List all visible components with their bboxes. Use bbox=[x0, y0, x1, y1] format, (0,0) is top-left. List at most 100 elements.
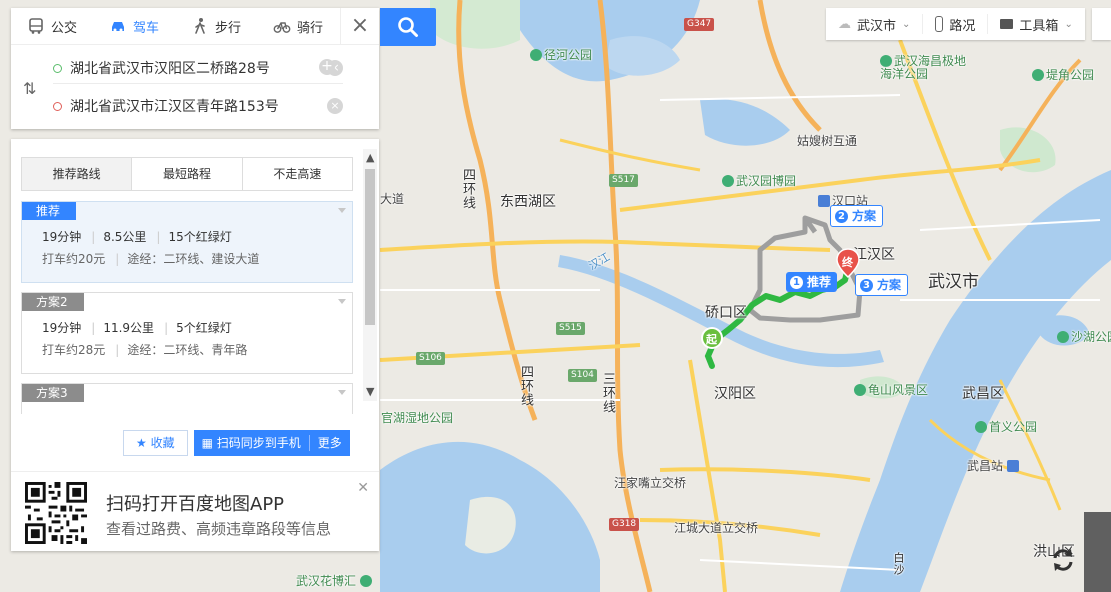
close-route-panel-button[interactable]: × bbox=[340, 8, 379, 44]
clear-destination-button[interactable]: × bbox=[327, 98, 343, 114]
plan-tag: 方案3 bbox=[22, 384, 84, 402]
map-label-ring4-a: 四环线 bbox=[460, 168, 475, 210]
map-label-ring3: 三环线 bbox=[600, 372, 615, 414]
park-icon bbox=[359, 575, 372, 587]
tab-recommended[interactable]: 推荐路线 bbox=[22, 158, 133, 190]
map-label-gujiao-interchange: 姑嫂树互通 bbox=[797, 134, 858, 148]
tab-shortest[interactable]: 最短路程 bbox=[132, 158, 243, 190]
map-label-flower-expo: 武汉花博汇 bbox=[296, 572, 374, 589]
map-label-guishan: 龟山风景区 bbox=[854, 381, 928, 398]
destination-field[interactable]: 湖北省武汉市江汉区青年路153号 × bbox=[53, 91, 343, 121]
plan-details: 打车约28元 | 途经：二环线、青年路 bbox=[42, 343, 248, 357]
station-icon bbox=[818, 195, 830, 207]
road-badge-g347: G347 bbox=[684, 18, 715, 31]
map-label-shouyi-park: 首义公园 bbox=[975, 418, 1037, 435]
close-icon: ✕ bbox=[357, 480, 369, 496]
plan-summary: 19分钟 | 11.9公里 | 5个红绿灯 bbox=[42, 321, 232, 335]
plan-summary: 19分钟 | 8.5公里 | 15个红绿灯 bbox=[42, 230, 232, 244]
map-label-wuchang-station: 武昌站 bbox=[967, 457, 1021, 474]
road-badge-s106: S106 bbox=[416, 352, 445, 365]
map-label-qiaokou: 硚口区 bbox=[705, 305, 747, 321]
send-to-phone-group: ▦ 扫码同步到手机 更多 bbox=[193, 430, 350, 456]
map-label-wuchang: 武昌区 bbox=[962, 386, 1004, 402]
search-button[interactable] bbox=[380, 8, 436, 46]
route-number-badge: 1 bbox=[790, 275, 803, 289]
tab-bike[interactable]: 骑行 bbox=[257, 17, 339, 36]
tab-drive[interactable]: 驾车 bbox=[93, 17, 175, 36]
walk-icon bbox=[195, 18, 205, 34]
map-label-dadao: 大道 bbox=[380, 192, 405, 206]
favorite-button[interactable]: ★ 收藏 bbox=[123, 430, 188, 456]
route-action-bar: ★ 收藏 ▦ 扫码同步到手机 更多 bbox=[123, 430, 350, 456]
destination-value[interactable]: 湖北省武汉市江汉区青年路153号 bbox=[70, 96, 321, 116]
map-label-hanyang: 汉阳区 bbox=[714, 386, 756, 402]
more-button[interactable]: 更多 bbox=[310, 430, 350, 456]
street-view-thumbnail[interactable] bbox=[1084, 512, 1111, 592]
park-icon bbox=[880, 55, 892, 67]
route-preference-tabs: 推荐路线 最短路程 不走高速 bbox=[21, 157, 353, 191]
park-icon bbox=[854, 384, 866, 396]
origin-value[interactable]: 湖北省武汉市汉阳区二桥路28号 bbox=[70, 58, 321, 78]
tab-walk[interactable]: 步行 bbox=[175, 17, 257, 36]
send-to-phone-button[interactable]: ▦ 扫码同步到手机 bbox=[194, 430, 309, 456]
city-selector[interactable]: ☁ 武汉市 ⌄ bbox=[826, 14, 924, 34]
route-number-badge: 3 bbox=[860, 278, 873, 292]
chevron-down-icon[interactable] bbox=[338, 208, 346, 213]
destination-dot-icon bbox=[53, 101, 62, 111]
plan-details: 打车约20元 | 途经：二环线、建设大道 bbox=[42, 252, 260, 266]
route-chip-recommended[interactable]: 1 推荐 bbox=[786, 272, 838, 292]
qr-icon: ▦ bbox=[201, 436, 213, 450]
route-number-badge: 2 bbox=[835, 209, 848, 223]
scrollbar-thumb[interactable] bbox=[365, 169, 375, 325]
map-toolbar: ☁ 武汉市 ⌄ 路况 工具箱 ⌄ bbox=[826, 8, 1085, 40]
traffic-light-icon bbox=[935, 16, 944, 32]
map-label-ring4-b: 四环线 bbox=[518, 365, 533, 407]
park-icon bbox=[530, 49, 542, 61]
tab-bus[interactable]: 公交 bbox=[11, 17, 93, 36]
traffic-button[interactable]: 路况 bbox=[923, 14, 989, 34]
cloud-icon: ☁ bbox=[838, 16, 851, 32]
route-chip-plan2[interactable]: 2 方案 bbox=[830, 205, 884, 227]
tab-no-highway[interactable]: 不走高速 bbox=[243, 158, 352, 190]
park-icon bbox=[975, 421, 987, 433]
chevron-down-icon[interactable] bbox=[338, 299, 346, 304]
close-icon: × bbox=[350, 13, 370, 38]
end-marker-label: 终 bbox=[842, 256, 853, 269]
map-label-jiangcheng-interchange: 江城大道立交桥 bbox=[674, 521, 759, 535]
route-plan-3[interactable]: 方案3 bbox=[21, 383, 353, 414]
chevron-down-icon: ⌄ bbox=[902, 18, 911, 30]
start-marker-label: 起 bbox=[706, 333, 717, 346]
map-label-dongxihu: 东西湖区 bbox=[500, 194, 556, 210]
road-badge-g318: G318 bbox=[609, 518, 640, 531]
road-badge-s515: S515 bbox=[556, 322, 585, 335]
road-badge-s517: S517 bbox=[609, 174, 638, 187]
map-label-jinghe-park: 径河公园 bbox=[530, 46, 592, 63]
swap-direction-icon[interactable]: ⇅ bbox=[23, 79, 36, 98]
toolbox-icon bbox=[1000, 19, 1014, 29]
promo-subtitle: 查看过路费、高频违章路段等信息 bbox=[106, 520, 332, 538]
origin-field[interactable]: 湖北省武汉市汉阳区二桥路28号 × bbox=[53, 53, 343, 84]
scroll-up-icon[interactable]: ▲ bbox=[366, 151, 374, 164]
add-waypoint-button[interactable]: + bbox=[319, 59, 335, 75]
map-label-guanhu-park: 官湖湿地公园 bbox=[381, 411, 454, 425]
close-promo-button[interactable]: ✕ bbox=[357, 480, 369, 496]
chevron-down-icon: ⌄ bbox=[1064, 18, 1073, 30]
scroll-down-icon[interactable]: ▼ bbox=[366, 385, 374, 398]
car-icon bbox=[111, 22, 124, 32]
road-badge-s104: S104 bbox=[568, 369, 597, 382]
map-label-wangjia-interchange: 汪家嘴立交桥 bbox=[614, 476, 687, 490]
refresh-icon[interactable] bbox=[1049, 546, 1077, 574]
star-icon: ★ bbox=[136, 436, 147, 450]
travel-mode-tabs: 公交 驾车 步行 骑行 × bbox=[11, 8, 379, 44]
route-chip-plan3[interactable]: 3 方案 bbox=[855, 274, 909, 296]
station-icon bbox=[1006, 460, 1019, 472]
chevron-down-icon[interactable] bbox=[338, 390, 346, 395]
qr-code-image bbox=[25, 482, 87, 544]
route-plan-1[interactable]: 推荐 19分钟 | 8.5公里 | 15个红绿灯 打车约20元 | 途经：二环线、建设大道 bbox=[21, 201, 353, 283]
park-icon bbox=[1057, 331, 1069, 343]
toolbox-button[interactable]: 工具箱 ⌄ bbox=[988, 14, 1084, 34]
sidebar-toggle-button[interactable] bbox=[1092, 8, 1111, 40]
route-plan-2[interactable]: 方案2 19分钟 | 11.9公里 | 5个红绿灯 打车约28元 | 途经：二环线、青年路 bbox=[21, 292, 353, 374]
route-results-panel: 推荐路线 最短路程 不走高速 推荐 19分钟 | 8.5公里 | 15个红绿灯 打车约2… bbox=[11, 139, 379, 551]
map-label-haichang-park: 武汉海昌极地海洋公园 bbox=[880, 54, 967, 81]
